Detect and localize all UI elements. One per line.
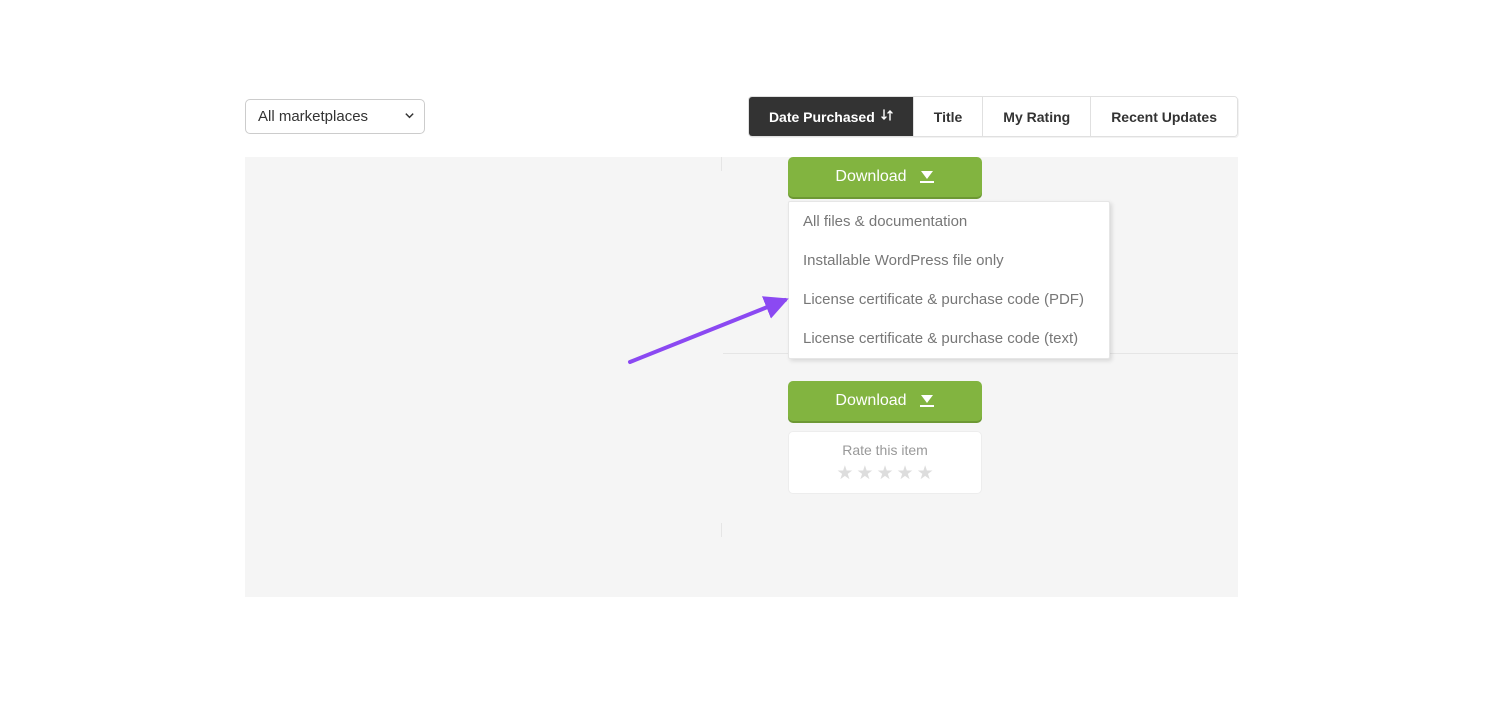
rate-card: Rate this item ★ ★ ★ ★ ★ <box>788 431 982 494</box>
download-button-label: Download <box>835 392 906 410</box>
download-button[interactable]: Download <box>788 381 982 421</box>
star-icon[interactable]: ★ <box>836 462 853 485</box>
sort-tab-date-purchased[interactable]: Date Purchased <box>749 97 914 136</box>
download-icon <box>919 170 935 184</box>
download-dropdown-menu: All files & documentation Installable Wo… <box>788 201 1110 359</box>
sort-tab-label: Recent Updates <box>1111 109 1217 125</box>
sort-tab-title[interactable]: Title <box>914 97 984 136</box>
download-icon <box>919 394 935 408</box>
star-icon[interactable]: ★ <box>897 462 914 485</box>
dropdown-item-license-pdf[interactable]: License certificate & purchase code (PDF… <box>789 280 1109 319</box>
sort-tab-label: Date Purchased <box>769 109 875 125</box>
sort-tab-label: Title <box>934 109 963 125</box>
dropdown-item-license-text[interactable]: License certificate & purchase code (tex… <box>789 319 1109 358</box>
sort-tab-label: My Rating <box>1003 109 1070 125</box>
rate-label: Rate this item <box>789 442 981 458</box>
divider <box>721 157 722 171</box>
marketplace-filter: All marketplaces <box>245 99 425 134</box>
sort-tab-my-rating[interactable]: My Rating <box>983 97 1091 136</box>
dropdown-item-all-files[interactable]: All files & documentation <box>789 202 1109 241</box>
downloads-container: All marketplaces Date Purchased Title <box>245 96 1238 597</box>
download-button[interactable]: Download <box>788 157 982 197</box>
star-rating: ★ ★ ★ ★ ★ <box>789 462 981 485</box>
download-block: Download All files & documentation Insta… <box>788 157 982 197</box>
download-button-label: Download <box>835 168 906 186</box>
sort-icon <box>881 108 893 125</box>
marketplace-select[interactable]: All marketplaces <box>245 99 425 134</box>
star-icon[interactable]: ★ <box>856 462 873 485</box>
sort-tabs: Date Purchased Title My Rating Recent Up… <box>748 96 1238 137</box>
content-area: Download All files & documentation Insta… <box>245 157 1238 597</box>
star-icon[interactable]: ★ <box>876 462 893 485</box>
toolbar: All marketplaces Date Purchased Title <box>245 96 1238 137</box>
dropdown-item-installable-wp[interactable]: Installable WordPress file only <box>789 241 1109 280</box>
download-block: Download Rate this item ★ ★ ★ ★ ★ <box>788 381 982 494</box>
star-icon[interactable]: ★ <box>917 462 934 485</box>
divider <box>721 523 722 537</box>
sort-tab-recent-updates[interactable]: Recent Updates <box>1091 97 1237 136</box>
